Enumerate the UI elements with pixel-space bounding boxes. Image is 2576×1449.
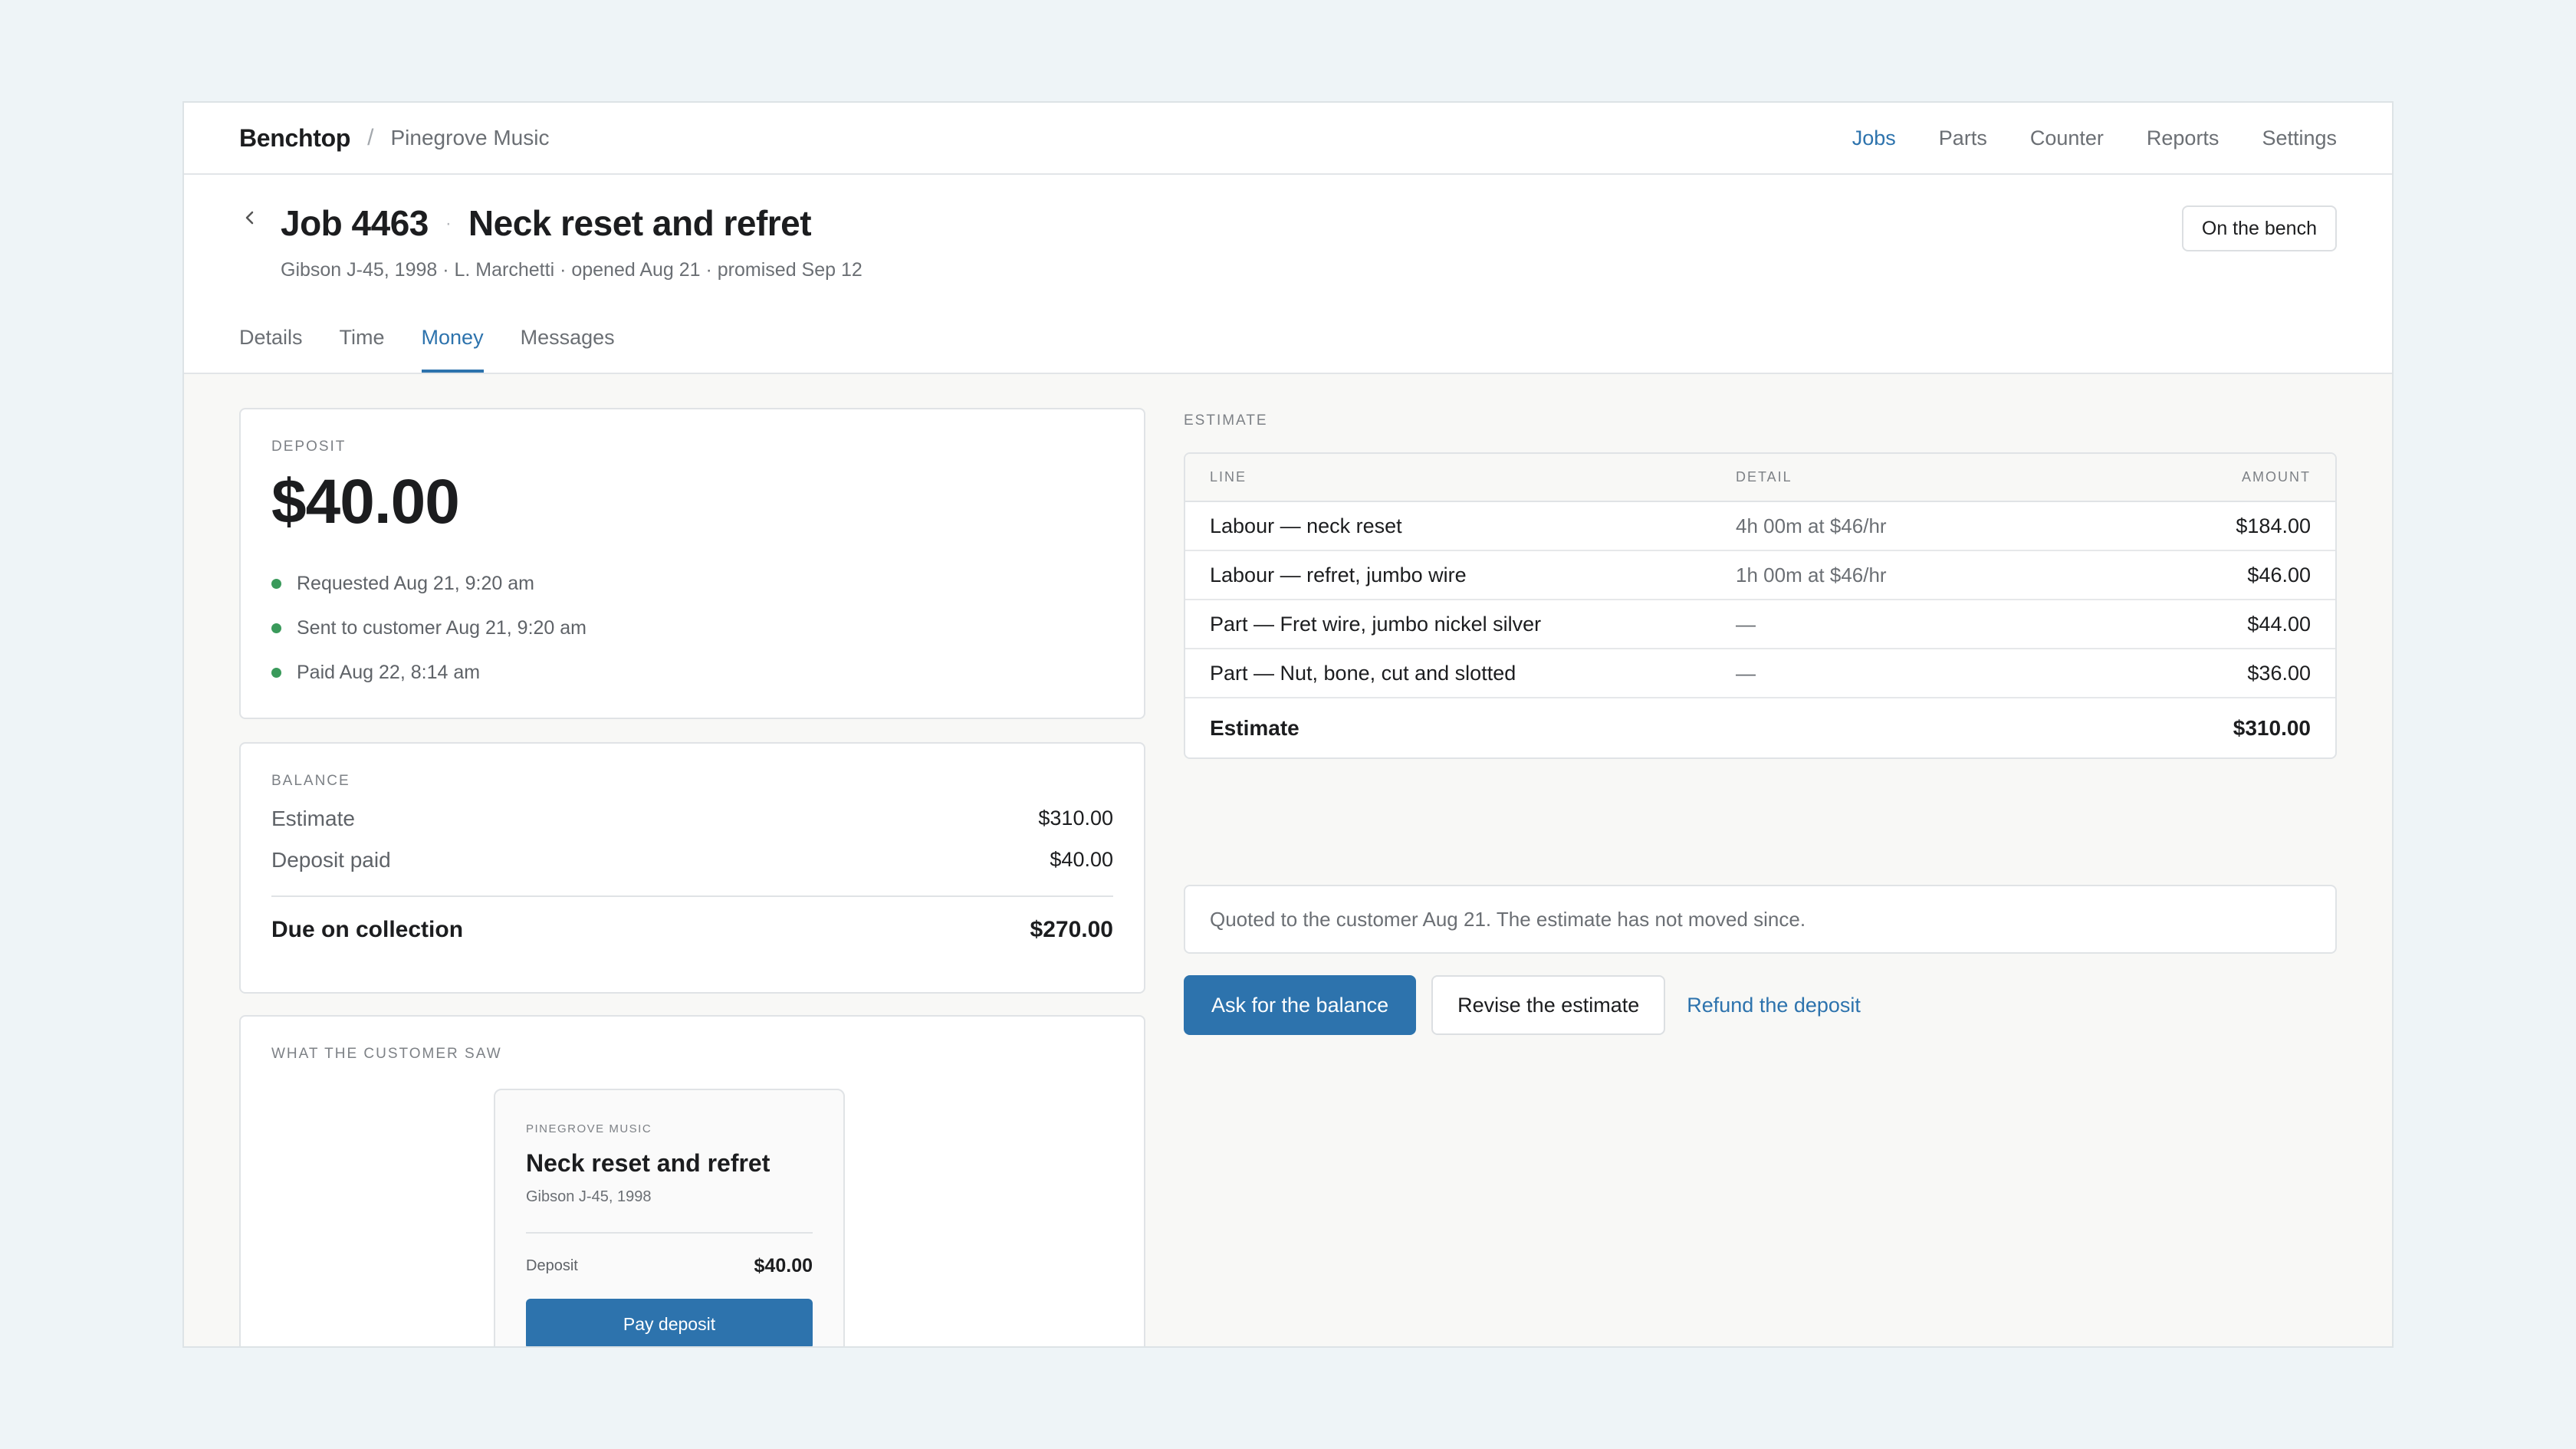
- job-header: Job 4463 · Neck reset and refret Gibson …: [184, 175, 2392, 374]
- nav-reports[interactable]: Reports: [2147, 127, 2220, 150]
- nav-parts[interactable]: Parts: [1939, 127, 1987, 150]
- job-number: Job 4463: [281, 203, 429, 243]
- tab-messages[interactable]: Messages: [521, 326, 615, 373]
- table-row[interactable]: Part — Fret wire, jumbo nickel silver — …: [1185, 600, 2335, 649]
- brand-logo[interactable]: Benchtop: [239, 124, 350, 153]
- pay-deposit-button[interactable]: Pay deposit: [526, 1299, 813, 1346]
- timeline-text: Requested Aug 21, 9:20 am: [297, 572, 534, 594]
- row-detail: —: [1736, 600, 2094, 649]
- table-header: Line Detail Amount: [1185, 454, 2335, 502]
- deposit-card: Deposit $40.00 Requested Aug 21, 9:20 am…: [239, 408, 1145, 719]
- balance-due-label: Due on collection: [271, 917, 464, 942]
- chevron-left-icon[interactable]: [239, 207, 261, 228]
- row-line: Labour — neck reset: [1185, 501, 1736, 551]
- status-button[interactable]: On the bench: [2181, 205, 2337, 251]
- estimate-note: Quoted to the customer Aug 21. The estim…: [1184, 885, 2337, 954]
- page-title: Job 4463 · Neck reset and refret: [281, 202, 812, 244]
- row-line: Labour — refret, jumbo wire: [1185, 550, 1736, 600]
- job-title: Neck reset and refret: [468, 203, 812, 243]
- row-amount: $46.00: [2093, 550, 2335, 600]
- balance-due-value: $270.00: [1030, 917, 1113, 942]
- table-row[interactable]: Part — Nut, bone, cut and slotted — $36.…: [1185, 649, 2335, 698]
- preview-title: Neck reset and refret: [526, 1149, 770, 1177]
- estimate-total-label: Estimate: [1210, 715, 1300, 740]
- top-bar: Benchtop / Pinegrove Music Jobs Parts Co…: [184, 103, 2392, 175]
- job-subtitle: Gibson J-45, 1998 · L. Marchetti · opene…: [281, 259, 863, 281]
- estimate-table: Line Detail Amount Labour — neck reset 4…: [1184, 452, 2337, 759]
- job-tabs: Details Time Money Messages: [239, 326, 615, 373]
- shop-name[interactable]: Pinegrove Music: [391, 126, 550, 150]
- row-amount: $184.00: [2093, 501, 2335, 551]
- nav-counter[interactable]: Counter: [2030, 127, 2104, 150]
- row-line: Part — Fret wire, jumbo nickel silver: [1185, 600, 1736, 649]
- column-amount: Amount: [2093, 454, 2335, 502]
- timeline-item: Sent to customer Aug 21, 9:20 am: [271, 606, 1113, 650]
- customer-preview-label: What the customer saw: [271, 1046, 502, 1062]
- divider: [526, 1232, 813, 1234]
- main-nav: Jobs Parts Counter Reports Settings: [1852, 127, 2337, 150]
- row-detail: —: [1736, 649, 2094, 698]
- preview-deposit-label: Deposit: [526, 1257, 578, 1274]
- balance-deposit-label: Deposit paid: [271, 848, 391, 872]
- deposit-label: Deposit: [271, 439, 347, 455]
- empty-cell: [1736, 698, 2093, 757]
- estimate-label: Estimate: [1184, 412, 1268, 429]
- column-line: Line: [1185, 454, 1736, 502]
- customer-preview-card: What the customer saw Pinegrove Music Ne…: [239, 1015, 1145, 1346]
- deposit-timeline: Requested Aug 21, 9:20 am Sent to custom…: [271, 561, 1113, 695]
- deposit-amount: $40.00: [271, 467, 460, 537]
- balance-estimate-label: Estimate: [271, 807, 355, 830]
- revise-estimate-button[interactable]: Revise the estimate: [1431, 975, 1666, 1035]
- status-dot-icon: [271, 667, 281, 678]
- table-row[interactable]: Labour — neck reset 4h 00m at $46/hr $18…: [1185, 501, 2335, 551]
- column-detail: Detail: [1736, 454, 2094, 502]
- balance-label: Balance: [271, 773, 350, 789]
- timeline-item: Requested Aug 21, 9:20 am: [271, 561, 1113, 606]
- balance-estimate-row: Estimate $310.00: [271, 807, 1113, 831]
- nav-settings[interactable]: Settings: [2262, 127, 2337, 150]
- tab-details[interactable]: Details: [239, 326, 303, 373]
- timeline-item: Paid Aug 22, 8:14 am: [271, 650, 1113, 695]
- breadcrumb-separator: /: [367, 125, 374, 150]
- title-separator: ·: [445, 213, 452, 234]
- row-detail: 1h 00m at $46/hr: [1736, 550, 2094, 600]
- divider: [271, 895, 1113, 897]
- customer-deposit-preview: Pinegrove Music Neck reset and refret Gi…: [494, 1089, 845, 1346]
- balance-deposit-row: Deposit paid $40.00: [271, 848, 1113, 872]
- money-actions: Ask for the balance Revise the estimate …: [1184, 975, 1861, 1035]
- tab-money[interactable]: Money: [421, 326, 484, 373]
- preview-deposit-value: $40.00: [754, 1255, 813, 1276]
- preview-deposit-row: Deposit $40.00: [526, 1255, 813, 1277]
- row-line: Part — Nut, bone, cut and slotted: [1185, 649, 1736, 698]
- table-row[interactable]: Labour — refret, jumbo wire 1h 00m at $4…: [1185, 550, 2335, 600]
- balance-due-row: Due on collection $270.00: [271, 917, 1113, 943]
- app-window: Benchtop / Pinegrove Music Jobs Parts Co…: [182, 101, 2394, 1348]
- row-amount: $44.00: [2093, 600, 2335, 649]
- ask-balance-button[interactable]: Ask for the balance: [1184, 975, 1417, 1035]
- preview-shop-name: Pinegrove Music: [526, 1122, 652, 1135]
- timeline-text: Paid Aug 22, 8:14 am: [297, 661, 481, 683]
- timeline-text: Sent to customer Aug 21, 9:20 am: [297, 616, 587, 639]
- row-detail: 4h 00m at $46/hr: [1736, 501, 2094, 551]
- estimate-total-value: $310.00: [2233, 715, 2311, 740]
- status-dot-icon: [271, 623, 281, 633]
- preview-instrument: Gibson J-45, 1998: [526, 1188, 652, 1205]
- estimate-total-row: Estimate $310.00: [1185, 698, 2335, 757]
- nav-jobs[interactable]: Jobs: [1852, 127, 1896, 150]
- row-amount: $36.00: [2093, 649, 2335, 698]
- balance-card: Balance Estimate $310.00 Deposit paid $4…: [239, 742, 1145, 994]
- refund-deposit-link[interactable]: Refund the deposit: [1687, 994, 1861, 1017]
- balance-estimate-value: $310.00: [1038, 807, 1113, 830]
- status-dot-icon: [271, 578, 281, 589]
- balance-deposit-value: $40.00: [1050, 848, 1113, 871]
- tab-time[interactable]: Time: [340, 326, 385, 373]
